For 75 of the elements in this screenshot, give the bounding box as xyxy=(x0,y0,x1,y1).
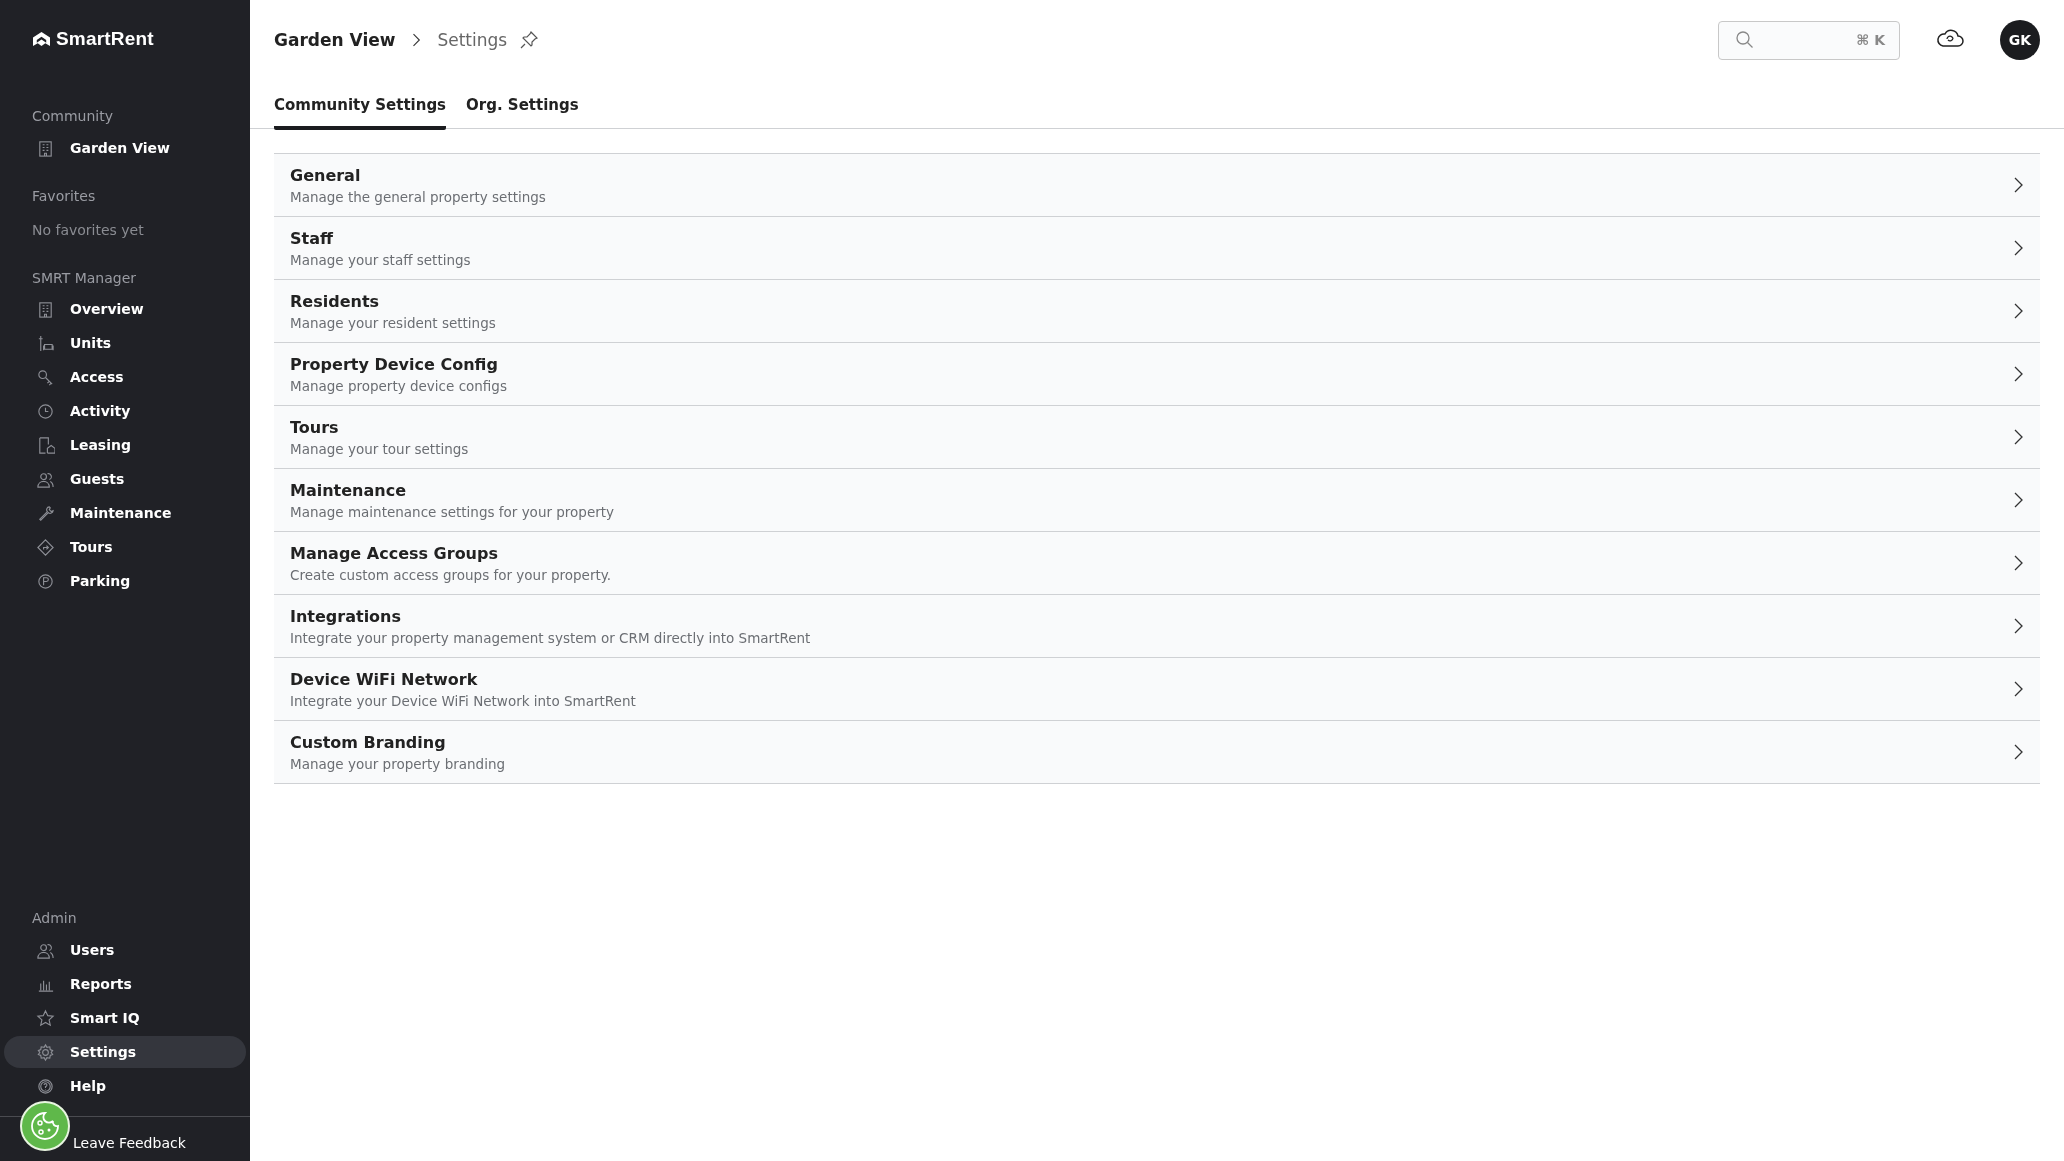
section-label: Admin xyxy=(31,909,78,928)
settings-row[interactable]: Device WiFi Network Integrate your Device WiFi Network into SmartRent xyxy=(274,658,2040,721)
cookie-icon[interactable] xyxy=(20,1101,70,1151)
parking-icon xyxy=(36,571,55,591)
section-label: SMRT Manager xyxy=(31,269,138,288)
row-title: Property Device Config xyxy=(290,354,499,374)
row-description: Manage your tour settings xyxy=(290,440,469,457)
nav-item[interactable]: Units xyxy=(4,326,246,360)
nav-item[interactable]: Activity xyxy=(4,394,246,428)
settings-row[interactable]: Custom Branding Manage your property branding xyxy=(274,721,2040,784)
row-title: Custom Branding xyxy=(290,732,447,752)
row-description: Integrate your Device WiFi Network into SmartRent xyxy=(290,692,636,709)
row-title: General xyxy=(290,165,362,185)
settings-row[interactable]: Integrations Integrate your property management system or CRM directly into SmartRent xyxy=(274,595,2040,658)
row-title: Manage Access Groups xyxy=(290,543,499,563)
settings-row[interactable]: Manage Access Groups Create custom access groups for your property. xyxy=(274,532,2040,595)
building-icon xyxy=(36,299,55,319)
chevron-right-icon xyxy=(411,31,422,49)
settings-icon xyxy=(36,1042,55,1062)
nav-item[interactable]: Maintenance xyxy=(4,496,246,530)
row-description: Manage your resident settings xyxy=(290,314,496,331)
row-description: Manage your property branding xyxy=(290,755,506,772)
help-icon xyxy=(36,1076,55,1096)
row-title: Maintenance xyxy=(290,480,407,500)
house-icon xyxy=(36,435,55,455)
nav-item[interactable]: Users xyxy=(4,934,246,966)
nav-item[interactable]: Guests xyxy=(4,462,246,496)
nav-item[interactable]: Smart IQ xyxy=(4,1002,246,1034)
nav-item[interactable]: Access xyxy=(4,360,246,394)
nav-item[interactable]: Reports xyxy=(4,968,246,1000)
row-description: Create custom access groups for your property. xyxy=(290,566,612,583)
settings-row[interactable]: Property Device Config Manage property device configs xyxy=(274,343,2040,406)
row-description: Manage maintenance settings for your property xyxy=(290,503,615,520)
settings-row[interactable]: Tours Manage your tour settings xyxy=(274,406,2040,469)
shortcut-hint: ⌘ K xyxy=(1856,32,1885,48)
row-title: Tours xyxy=(290,417,340,437)
row-title: Integrations xyxy=(290,606,403,626)
nav-item[interactable]: Garden View xyxy=(4,132,246,164)
cloud-sync-icon[interactable] xyxy=(1936,27,1964,49)
section-label: Favorites xyxy=(31,187,97,206)
row-description: Manage the general property settings xyxy=(290,188,546,205)
nav-item[interactable]: Help xyxy=(4,1070,246,1102)
nav-item[interactable]: Overview xyxy=(4,292,246,326)
row-description: Manage property device configs xyxy=(290,377,507,394)
lamp-icon xyxy=(36,333,55,353)
tab[interactable]: Org. Settings xyxy=(466,80,579,130)
empty-text: No favorites yet xyxy=(31,221,145,240)
star-icon xyxy=(36,1008,55,1028)
building-icon xyxy=(36,138,55,158)
house-logo-icon xyxy=(32,30,51,48)
breadcrumb-link[interactable]: Garden View xyxy=(274,30,396,50)
key-icon xyxy=(36,367,55,387)
pin-icon[interactable] xyxy=(519,30,540,50)
row-description: Manage your staff settings xyxy=(290,251,471,268)
row-title: Residents xyxy=(290,291,381,311)
row-title: Device WiFi Network xyxy=(290,669,479,689)
feedback-link[interactable]: Leave Feedback xyxy=(73,1135,186,1151)
settings-row[interactable]: General Manage the general property settings xyxy=(274,154,2040,217)
section-label: Community xyxy=(31,107,115,126)
clock-icon xyxy=(36,401,55,421)
avatar[interactable]: GK xyxy=(2000,20,2040,60)
nav-item[interactable]: Parking xyxy=(4,564,246,598)
settings-row[interactable]: Maintenance Manage maintenance settings for your property xyxy=(274,469,2040,532)
nav-item[interactable]: Leasing xyxy=(4,428,246,462)
wrench-icon xyxy=(36,503,55,523)
row-description: Integrate your property management system or CRM directly into SmartRent xyxy=(290,629,811,646)
settings-row[interactable]: Residents Manage your resident settings xyxy=(274,280,2040,343)
row-title: Staff xyxy=(290,228,334,248)
tab[interactable]: Community Settings xyxy=(274,80,447,130)
nav-item[interactable]: Settings xyxy=(4,1036,246,1068)
logo: SmartRent xyxy=(56,28,154,50)
nav-item[interactable]: Tours xyxy=(4,530,246,564)
diamond-icon xyxy=(36,537,55,557)
settings-row[interactable]: Staff Manage your staff settings xyxy=(274,217,2040,280)
search-icon xyxy=(1735,30,1755,50)
